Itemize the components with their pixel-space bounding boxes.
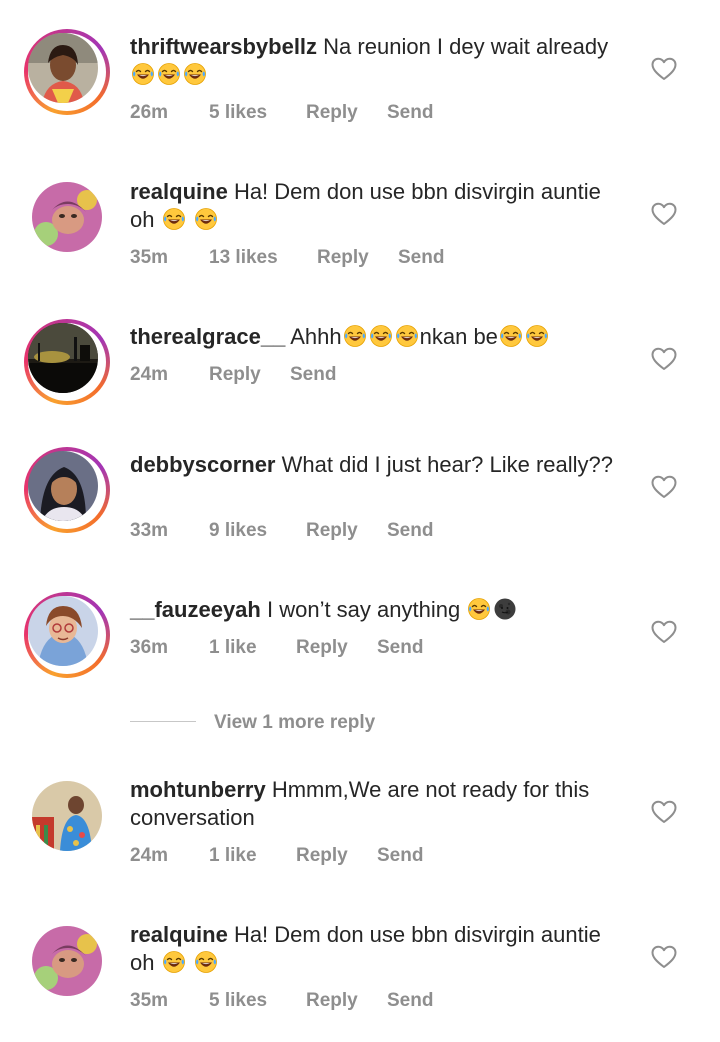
story-ring-avatar[interactable] — [24, 592, 110, 678]
comment-body: thriftwearsbybellz Na reunion I dey wait… — [130, 33, 630, 89]
heart-outline-icon[interactable] — [651, 945, 677, 969]
comment-body: realquine Ha! Dem don use bbn disvirgin … — [130, 178, 630, 234]
heart-outline-icon[interactable] — [651, 620, 677, 644]
heart-outline-icon[interactable] — [651, 57, 677, 81]
comment-text: nkan be — [419, 324, 498, 349]
avatar-wrapper[interactable] — [24, 918, 110, 1004]
avatar — [32, 926, 102, 996]
comment-likes-count[interactable]: 5 likes — [209, 989, 267, 1013]
avatar — [28, 33, 98, 103]
reply-button[interactable]: Reply — [306, 989, 358, 1013]
send-button[interactable]: Send — [290, 363, 336, 387]
laughing-tears-emoji-icon — [131, 62, 155, 86]
reply-button[interactable]: Reply — [306, 101, 358, 125]
reply-button[interactable]: Reply — [296, 844, 348, 868]
comment-likes-count[interactable]: 5 likes — [209, 101, 267, 125]
comment-text: What did I just hear? Like really?? — [281, 452, 614, 477]
send-button[interactable]: Send — [398, 246, 444, 270]
comment-text: Ahhh — [290, 324, 342, 349]
comment-username[interactable]: thriftwearsbybellz — [130, 34, 317, 59]
heart-outline-icon[interactable] — [651, 800, 677, 824]
story-ring-avatar[interactable] — [24, 29, 110, 115]
comment-timestamp: 33m — [130, 520, 169, 541]
story-ring-avatar[interactable] — [24, 447, 110, 533]
comment-username[interactable]: debbyscorner — [130, 452, 276, 477]
laughing-tears-emoji-icon — [343, 324, 367, 348]
comment-likes-count[interactable]: 1 like — [209, 844, 257, 868]
comment-likes-count[interactable]: 1 like — [209, 636, 257, 660]
comment-username[interactable]: therealgrace__ — [130, 324, 285, 349]
send-button[interactable]: Send — [387, 989, 433, 1013]
avatar — [28, 596, 98, 666]
avatar — [32, 182, 102, 252]
avatar-wrapper[interactable] — [24, 174, 110, 260]
send-button[interactable]: Send — [387, 519, 433, 543]
divider-line — [130, 721, 196, 722]
comment-timestamp: 35m — [130, 990, 169, 1011]
laughing-tears-emoji-icon — [525, 324, 549, 348]
comment-body: therealgrace__ Ahhh nkan be — [130, 323, 630, 351]
view-more-replies-label[interactable]: View 1 more reply — [214, 709, 375, 737]
comment-username[interactable]: realquine — [130, 922, 228, 947]
comment-body: realquine Ha! Dem don use bbn disvirgin … — [130, 921, 630, 977]
laughing-tears-emoji-icon — [194, 207, 218, 231]
comment-likes-count[interactable]: 13 likes — [209, 246, 278, 270]
comment-likes-count[interactable]: 9 likes — [209, 519, 267, 543]
comment-timestamp: 35m — [130, 247, 169, 268]
comment-username[interactable]: mohtunberry — [130, 777, 266, 802]
laughing-tears-emoji-icon — [395, 324, 419, 348]
view-more-replies[interactable]: View 1 more reply — [130, 709, 530, 737]
comment-timestamp: 24m — [130, 845, 169, 866]
reply-button[interactable]: Reply — [296, 636, 348, 660]
comment-body: mohtunberry Hmmm,We are not ready for th… — [130, 776, 630, 832]
send-button[interactable]: Send — [387, 101, 433, 125]
heart-outline-icon[interactable] — [651, 347, 677, 371]
heart-outline-icon[interactable] — [651, 202, 677, 226]
story-ring-avatar[interactable] — [24, 319, 110, 405]
avatar — [28, 451, 98, 521]
comment-timestamp: 26m — [130, 102, 169, 123]
laughing-tears-emoji-icon — [369, 324, 393, 348]
laughing-tears-emoji-icon — [499, 324, 523, 348]
avatar-wrapper[interactable] — [24, 773, 110, 859]
reply-button[interactable]: Reply — [317, 246, 369, 270]
reply-button[interactable]: Reply — [306, 519, 358, 543]
comment-username[interactable]: realquine — [130, 179, 228, 204]
reply-button[interactable]: Reply — [209, 363, 261, 387]
laughing-tears-emoji-icon — [162, 207, 186, 231]
laughing-tears-emoji-icon — [183, 62, 207, 86]
comment-timestamp: 36m — [130, 637, 169, 658]
send-button[interactable]: Send — [377, 844, 423, 868]
laughing-tears-emoji-icon — [194, 950, 218, 974]
comment-text: Na reunion I dey wait already — [323, 34, 609, 59]
avatar — [28, 323, 98, 393]
comment-text: I won’t say anything — [266, 597, 461, 622]
comment-body: debbyscorner What did I just hear? Like … — [130, 451, 630, 479]
laughing-tears-emoji-icon — [157, 62, 181, 86]
heart-outline-icon[interactable] — [651, 475, 677, 499]
comment-body: __fauzeeyah I won’t say anything — [130, 596, 630, 624]
comment-timestamp: 24m — [130, 364, 169, 385]
comment-username[interactable]: __fauzeeyah — [130, 597, 261, 622]
new-moon-face-emoji-icon — [493, 597, 517, 621]
laughing-tears-emoji-icon — [467, 597, 491, 621]
laughing-tears-emoji-icon — [162, 950, 186, 974]
avatar — [32, 781, 102, 851]
send-button[interactable]: Send — [377, 636, 423, 660]
